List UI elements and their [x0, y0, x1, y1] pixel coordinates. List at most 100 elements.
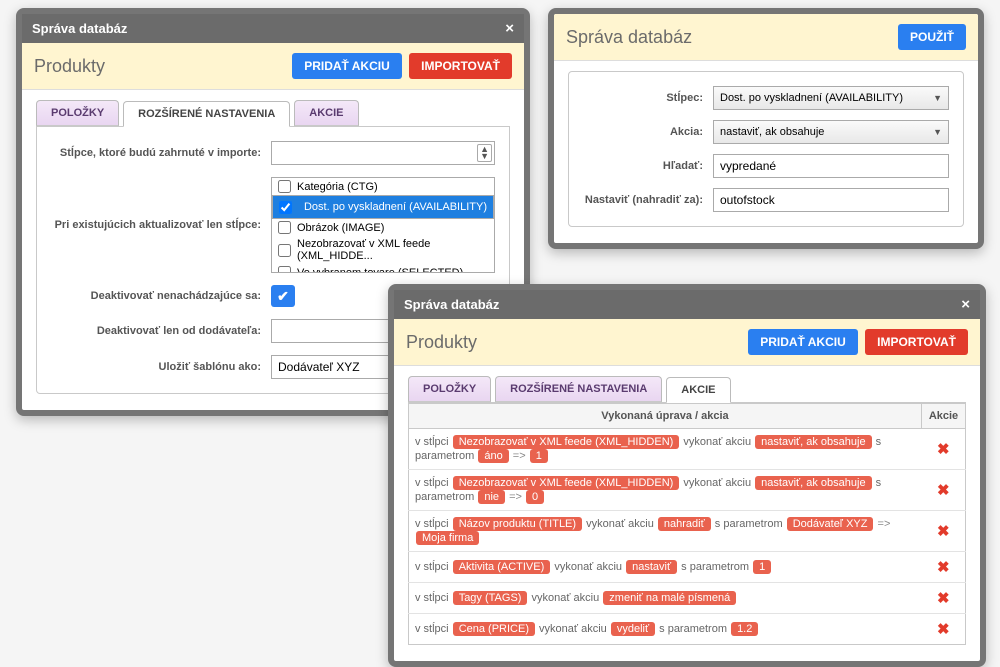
- delete-icon[interactable]: ✖: [937, 559, 950, 576]
- tag-param: áno: [478, 449, 508, 463]
- dialog-header: Produkty PRIDAŤ AKCIU IMPORTOVAŤ: [22, 43, 524, 90]
- chevron-down-icon: ▼: [933, 93, 942, 103]
- col-header-akcie: Akcie: [922, 404, 966, 429]
- tab-extended[interactable]: ROZŠÍRENÉ NASTAVENIA: [495, 376, 662, 402]
- select-value: Dost. po vyskladnení (AVAILABILITY): [720, 92, 903, 104]
- label: Deaktivovať len od dodávateľa:: [51, 325, 271, 337]
- list-item[interactable]: Nezobrazovať v XML feede (XML_HIDDE...: [272, 236, 494, 264]
- txt: v stĺpci: [415, 623, 449, 635]
- list-item[interactable]: Vo vybranom tovare (SELECTED): [272, 264, 494, 273]
- txt: vykonať akciu: [539, 623, 607, 635]
- columns-listbox[interactable]: Kategória (CTG) Dost. po vyskladnení (AV…: [271, 177, 495, 273]
- list-item[interactable]: Obrázok (IMAGE): [272, 219, 494, 236]
- action-description: v stĺpci Cena (PRICE) vykonať akciu vyde…: [409, 614, 922, 645]
- tag-action: nahradiť: [658, 517, 711, 531]
- import-button[interactable]: IMPORTOVAŤ: [865, 329, 968, 355]
- checkbox[interactable]: [278, 244, 291, 257]
- txt: v stĺpci: [415, 436, 449, 448]
- table-row: v stĺpci Aktivita (ACTIVE) vykonať akciu…: [409, 552, 966, 583]
- page-title: Produkty: [34, 56, 105, 77]
- col-header-main: Vykonaná úprava / akcia: [409, 404, 922, 429]
- form-frame: Stĺpec: Dost. po vyskladnení (AVAILABILI…: [568, 71, 964, 227]
- search-input[interactable]: [713, 154, 949, 178]
- delete-icon[interactable]: ✖: [937, 441, 950, 458]
- dialog-header: Správa databáz POUŽIŤ: [554, 14, 978, 61]
- list-item-label: Obrázok (IMAGE): [297, 222, 384, 234]
- row-update-columns: Pri existujúcich aktualizovať len stĺpce…: [51, 177, 495, 273]
- row-action: Akcia: nastaviť, ak obsahuje ▼: [583, 120, 949, 144]
- label: Hľadať:: [583, 160, 713, 172]
- row-import-columns: Stĺpce, ktoré budú zahrnuté v importe: ▲…: [51, 141, 495, 165]
- dialog-actions-list: Správa databáz × Produkty PRIDAŤ AKCIU I…: [388, 284, 986, 667]
- dialog-header: Produkty PRIDAŤ AKCIU IMPORTOVAŤ: [394, 319, 980, 366]
- list-item[interactable]: Kategória (CTG): [272, 178, 494, 195]
- add-action-button[interactable]: PRIDAŤ AKCIU: [748, 329, 858, 355]
- tab-actions[interactable]: AKCIE: [294, 100, 358, 126]
- list-item-label: Vo vybranom tovare (SELECTED): [297, 267, 463, 274]
- delete-icon[interactable]: ✖: [937, 590, 950, 607]
- tag-column: Aktivita (ACTIVE): [453, 560, 551, 574]
- header-buttons: POUŽIŤ: [894, 24, 966, 50]
- row-column: Stĺpec: Dost. po vyskladnení (AVAILABILI…: [583, 86, 949, 110]
- label: Pri existujúcich aktualizovať len stĺpce…: [51, 219, 271, 231]
- label: Akcia:: [583, 126, 713, 138]
- dialog-title: Správa databáz: [32, 21, 127, 36]
- txt: vykonať akciu: [586, 518, 654, 530]
- txt: v stĺpci: [415, 561, 449, 573]
- tag-param: 1.2: [731, 622, 758, 636]
- chevron-down-icon: ▼: [933, 127, 942, 137]
- tab-extended[interactable]: ROZŠÍRENÉ NASTAVENIA: [123, 101, 290, 127]
- header-buttons: PRIDAŤ AKCIU IMPORTOVAŤ: [744, 329, 968, 355]
- delete-icon[interactable]: ✖: [937, 621, 950, 638]
- column-select[interactable]: Dost. po vyskladnení (AVAILABILITY) ▼: [713, 86, 949, 110]
- table-row: v stĺpci Nezobrazovať v XML feede (XML_H…: [409, 470, 966, 511]
- action-description: v stĺpci Tagy (TAGS) vykonať akciu zmeni…: [409, 583, 922, 614]
- select-value: nastaviť, ak obsahuje: [720, 126, 824, 138]
- action-description: v stĺpci Nezobrazovať v XML feede (XML_H…: [409, 470, 922, 511]
- tag-param: 1: [753, 560, 771, 574]
- tag-param: Dodávateľ XYZ: [787, 517, 874, 531]
- list-item[interactable]: Dost. po vyskladnení (AVAILABILITY): [272, 195, 494, 219]
- add-action-button[interactable]: PRIDAŤ AKCIU: [292, 53, 402, 79]
- row-replace: Nastaviť (nahradiť za):: [583, 188, 949, 212]
- tab-items[interactable]: POLOŽKY: [36, 100, 119, 126]
- tag-param: Moja firma: [416, 531, 479, 545]
- action-select[interactable]: nastaviť, ak obsahuje ▼: [713, 120, 949, 144]
- checkbox[interactable]: [278, 221, 291, 234]
- tag-action: nastaviť, ak obsahuje: [755, 435, 871, 449]
- txt: vykonať akciu: [683, 436, 751, 448]
- actions-table: Vykonaná úprava / akcia Akcie v stĺpci N…: [408, 403, 966, 645]
- arrow-icon: =>: [878, 518, 891, 530]
- txt: v stĺpci: [415, 518, 449, 530]
- tag-action: nastaviť, ak obsahuje: [755, 476, 871, 490]
- replace-input[interactable]: [713, 188, 949, 212]
- tag-param: 0: [526, 490, 544, 504]
- tab-items[interactable]: POLOŽKY: [408, 376, 491, 402]
- checkbox-checked-icon[interactable]: ✔: [271, 285, 295, 307]
- delete-icon[interactable]: ✖: [937, 482, 950, 499]
- txt: s parametrom: [681, 561, 749, 573]
- txt: vykonať akciu: [683, 477, 751, 489]
- tag-param: 1: [530, 449, 548, 463]
- tabs: POLOŽKY ROZŠÍRENÉ NASTAVENIA AKCIE: [408, 376, 966, 403]
- page-title: Správa databáz: [566, 27, 692, 48]
- txt: vykonať akciu: [532, 592, 600, 604]
- table-row: v stĺpci Cena (PRICE) vykonať akciu vyde…: [409, 614, 966, 645]
- checkbox[interactable]: [278, 180, 291, 193]
- spinner-arrows-icon[interactable]: ▲▼: [477, 144, 492, 162]
- close-icon[interactable]: ×: [505, 20, 514, 37]
- arrow-icon: =>: [513, 450, 526, 462]
- columns-spinner[interactable]: ▲▼: [271, 141, 495, 165]
- apply-button[interactable]: POUŽIŤ: [898, 24, 966, 50]
- tag-column: Nezobrazovať v XML feede (XML_HIDDEN): [453, 476, 680, 490]
- checkbox[interactable]: [279, 201, 292, 214]
- header-buttons: PRIDAŤ AKCIU IMPORTOVAŤ: [288, 53, 512, 79]
- table-row: v stĺpci Tagy (TAGS) vykonať akciu zmeni…: [409, 583, 966, 614]
- checkbox[interactable]: [278, 266, 291, 273]
- import-button[interactable]: IMPORTOVAŤ: [409, 53, 512, 79]
- delete-icon[interactable]: ✖: [937, 523, 950, 540]
- tab-actions[interactable]: AKCIE: [666, 377, 730, 403]
- label: Stĺpce, ktoré budú zahrnuté v importe:: [51, 147, 271, 159]
- txt: s parametrom: [715, 518, 783, 530]
- close-icon[interactable]: ×: [961, 296, 970, 313]
